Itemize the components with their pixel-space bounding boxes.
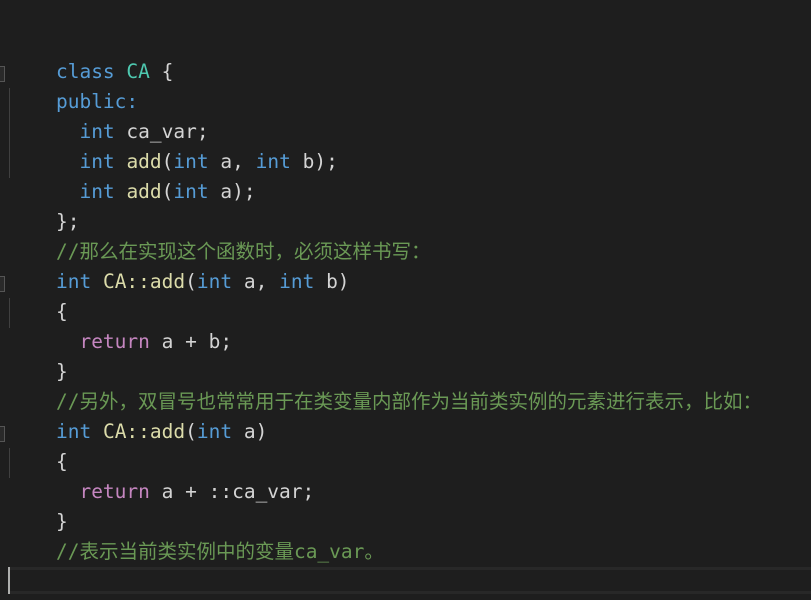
fold-marker-icon[interactable] — [0, 276, 5, 292]
code-line[interactable]: } — [9, 327, 68, 383]
code-line[interactable] — [9, 537, 56, 567]
code-line[interactable]: int add(int a, int b); — [9, 117, 337, 173]
punctuation-token: ( — [185, 420, 197, 443]
identifier-token: a); — [208, 180, 256, 203]
control-keyword-token: return — [79, 480, 150, 503]
current-line-highlight[interactable] — [9, 567, 811, 594]
code-line[interactable]: //那么在实现这个函数时，必须这样书写： — [9, 207, 430, 263]
keyword-token: int — [79, 180, 115, 203]
expression-token: a + ::ca_var; — [149, 480, 315, 503]
punctuation-token: ( — [161, 180, 174, 203]
code-line[interactable]: { — [9, 267, 68, 323]
punctuation-token: ( — [185, 270, 197, 293]
expression-token: a + b; — [149, 330, 233, 353]
keyword-token: int — [196, 270, 233, 293]
punctuation-token: { — [149, 60, 174, 83]
code-line[interactable]: public: — [9, 57, 138, 113]
keyword-token: int — [196, 420, 233, 443]
code-line[interactable]: return a + b; — [9, 297, 232, 353]
code-line[interactable]: int add(int a); — [9, 147, 255, 203]
code-line[interactable]: //表示当前类实例中的变量ca_var。 — [9, 507, 384, 563]
fold-marker-icon[interactable] — [0, 66, 5, 82]
function-name-token: CA::add — [102, 270, 186, 293]
code-editor[interactable]: class CA { public: int ca_var; int add(i… — [0, 0, 811, 600]
code-line[interactable]: return a + ::ca_var; — [9, 447, 314, 503]
identifier-token: a) — [232, 420, 268, 443]
code-line[interactable]: int CA::add(int a, int b) — [9, 237, 350, 293]
code-line[interactable]: class CA { — [9, 27, 173, 83]
code-line[interactable]: } — [9, 477, 68, 533]
code-line[interactable]: int CA::add(int a) — [9, 387, 267, 443]
keyword-token: int — [173, 180, 209, 203]
code-line[interactable]: //另外，双冒号也常常用于在类变量内部作为当前类实例的元素进行表示，比如： — [9, 357, 762, 413]
text-cursor — [8, 567, 10, 594]
function-name-token: CA::add — [102, 420, 186, 443]
identifier-token: b); — [290, 150, 338, 173]
function-name-token: add — [126, 180, 162, 203]
keyword-token: int — [279, 270, 315, 293]
code-line[interactable]: int ca_var; — [9, 87, 208, 143]
fold-marker-icon[interactable] — [0, 426, 5, 442]
control-keyword-token: return — [79, 330, 150, 353]
code-line[interactable]: { — [9, 417, 68, 473]
identifier-token: b) — [314, 270, 350, 293]
keyword-token: int — [255, 150, 291, 173]
code-line[interactable]: }; — [9, 177, 79, 233]
comment-token: //表示当前类实例中的变量ca_var。 — [55, 540, 384, 563]
identifier-token: a, — [232, 270, 280, 293]
